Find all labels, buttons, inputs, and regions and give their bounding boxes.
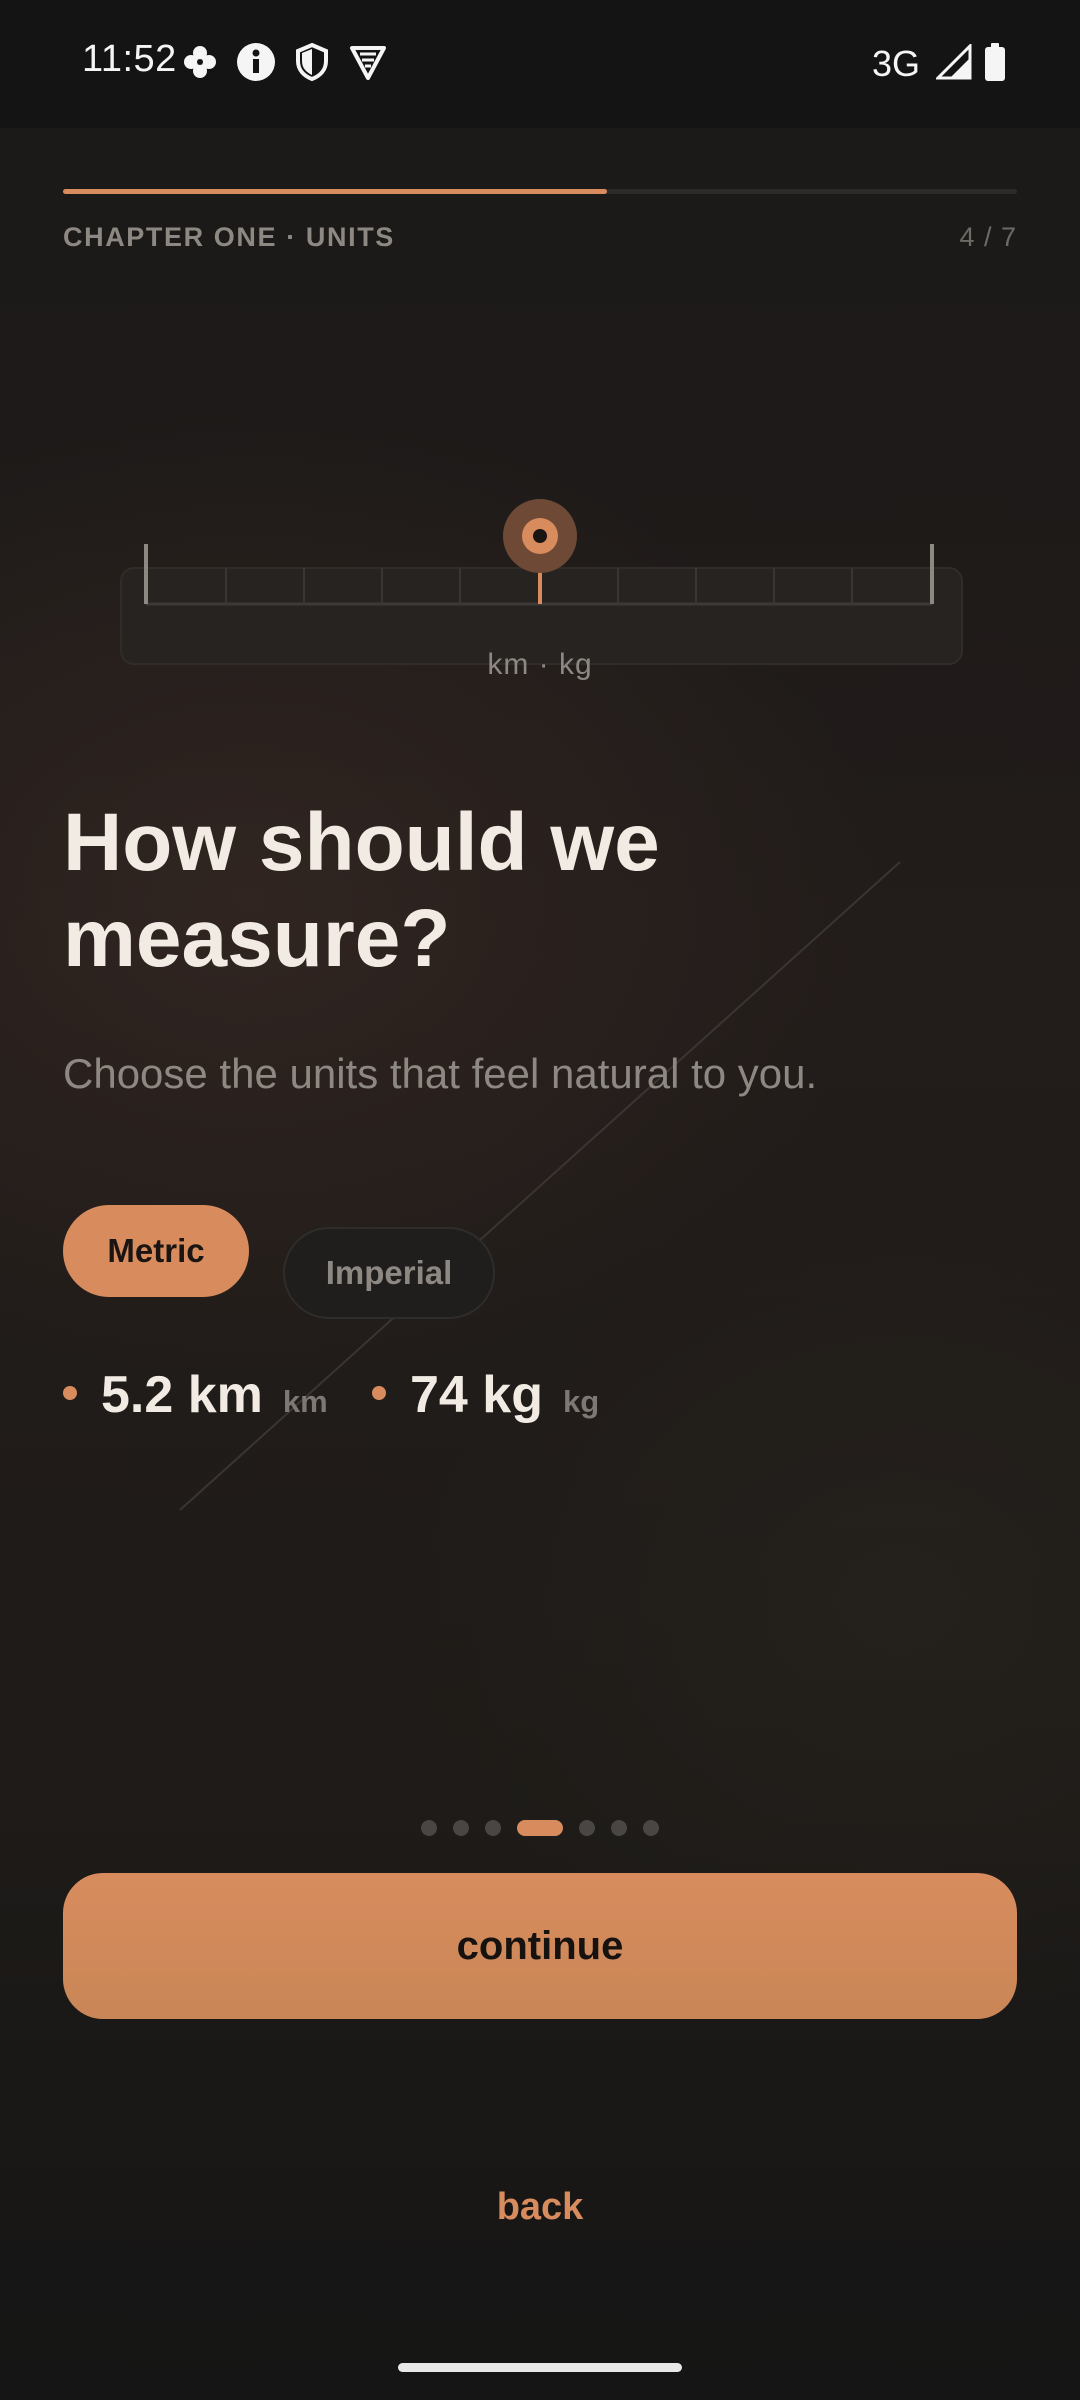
continue-button[interactable]: continue xyxy=(63,1873,1017,2019)
readout-unit: km xyxy=(282,1384,328,1419)
progress-bar xyxy=(63,189,1017,194)
readout-value: 5.2 km xyxy=(101,1366,263,1424)
status-icons-left xyxy=(182,40,388,88)
onboarding-screen: 11:52 3G CHAPTER ONE · UNITS 4 / 7 km · … xyxy=(0,0,1080,2400)
page-dot-active xyxy=(517,1820,563,1836)
shield-icon xyxy=(294,42,330,87)
decorative-diagonal-line xyxy=(179,861,901,1511)
page-dot xyxy=(421,1820,437,1836)
metric-option-button[interactable]: Metric xyxy=(63,1205,249,1297)
status-time: 11:52 xyxy=(82,38,177,80)
back-button[interactable]: back xyxy=(0,2186,1080,2229)
page-dot xyxy=(485,1820,501,1836)
page-dot xyxy=(453,1820,469,1836)
ruler-illustration xyxy=(144,499,934,606)
weight-readout: 74 kg kg xyxy=(372,1365,599,1435)
signal-icon xyxy=(934,41,972,85)
page-dot xyxy=(643,1820,659,1836)
page-dot xyxy=(611,1820,627,1836)
bullet-dot xyxy=(63,1386,77,1400)
page-subtitle: Choose the units that feel natural to yo… xyxy=(63,1050,818,1097)
ruler-knob-center xyxy=(533,529,547,543)
pagination-dots xyxy=(0,1818,1080,1838)
readout-unit: kg xyxy=(562,1384,600,1419)
status-bar: 11:52 3G xyxy=(0,0,1080,128)
vpn-shield-icon xyxy=(348,42,388,87)
chapter-label: CHAPTER ONE · UNITS xyxy=(63,222,395,252)
battery-icon xyxy=(984,42,1006,87)
home-indicator[interactable] xyxy=(398,2363,682,2372)
ruler-caption: km · kg xyxy=(487,648,593,681)
imperial-option-button[interactable]: Imperial xyxy=(283,1227,495,1319)
info-icon xyxy=(236,42,276,87)
step-counter: 4 / 7 xyxy=(959,222,1017,252)
bullet-dot xyxy=(372,1386,386,1400)
page-dot xyxy=(579,1820,595,1836)
status-icons-right: 3G xyxy=(872,40,1006,88)
distance-readout: 5.2 km km xyxy=(63,1365,328,1435)
readout-value: 74 kg xyxy=(410,1366,543,1424)
pinwheel-icon xyxy=(182,44,218,85)
network-type: 3G xyxy=(871,43,920,84)
progress-bar-fill xyxy=(63,189,607,194)
page-title: How should we measure? xyxy=(63,797,660,984)
